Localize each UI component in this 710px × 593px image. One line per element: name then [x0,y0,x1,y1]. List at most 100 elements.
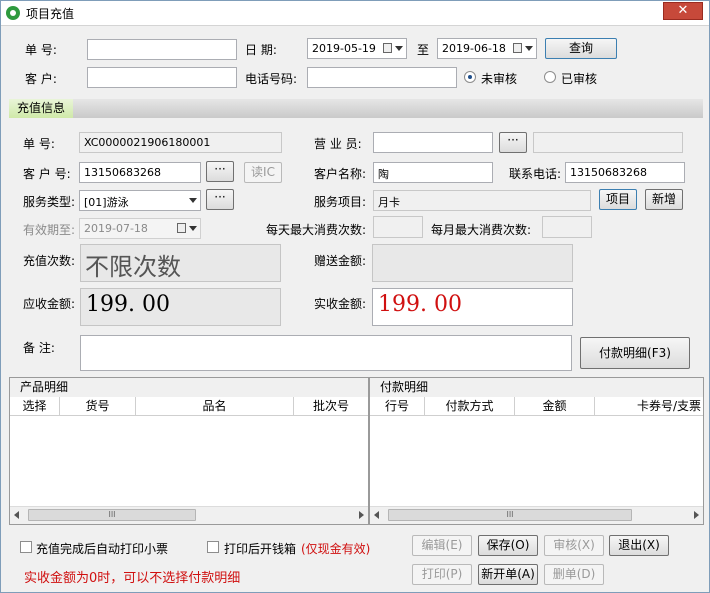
col-pay-method[interactable]: 付款方式 [425,397,515,415]
filter-phone-label: 电话号码: [245,72,298,86]
filter-phone-input[interactable] [307,67,457,88]
zero-amount-warning: 实收金额为0时，可以不选择付款明细 [24,571,241,586]
service-item-label: 服务项目: [314,195,367,209]
receivable-field: 199. 00 [80,288,281,326]
auto-print-label: 充值完成后自动打印小票 [36,542,169,556]
col-line-no[interactable]: 行号 [370,397,425,415]
date-from-value: 2019-05-19 [312,42,376,55]
new-order-button[interactable]: 新开单(A) [478,564,538,585]
close-button[interactable]: ✕ [663,2,703,20]
received-label: 实收金额: [314,297,367,311]
product-grid-caption: 产品明细 [10,378,368,398]
calendar-icon [383,43,392,53]
date-from-picker[interactable]: 2019-05-19 [307,38,407,59]
customer-name-input[interactable]: 陶 [373,162,493,183]
recharge-info-bar: 充值信息 [9,99,703,118]
date-to-picker[interactable]: 2019-06-18 [437,38,537,59]
col-amount[interactable]: 金额 [515,397,595,415]
payment-grid[interactable]: 付款明细 行号 付款方式 金额 卡券号/支票 III [369,377,704,525]
filter-order-no-label: 单 号: [25,43,57,57]
salesperson-input[interactable] [373,132,493,153]
monthly-max-label: 每月最大消费次数: [431,223,532,237]
window-title: 项目充值 [26,7,75,21]
receivable-label: 应收金额: [23,297,76,311]
contact-phone-label: 联系电话: [509,167,562,181]
payment-grid-scrollbar[interactable]: III [370,506,703,524]
delete-order-button[interactable]: 删单(D) [544,564,604,585]
col-item-no[interactable]: 货号 [60,397,136,415]
gift-amount-label: 赠送金额: [314,254,367,268]
chevron-down-icon [189,226,197,231]
scroll-left-icon[interactable] [374,511,379,519]
times-label: 充值次数: [23,254,76,268]
col-select[interactable]: 选择 [10,397,60,415]
doc-no-label: 单 号: [23,137,55,151]
remark-label: 备 注: [23,341,55,355]
valid-until-label: 有效期至: [23,223,76,237]
scroll-left-icon[interactable] [14,511,19,519]
open-drawer-label: 打印后开钱箱 [224,542,297,556]
daily-max-field [373,216,423,238]
salesperson-label: 营 业 员: [314,137,362,151]
filter-customer-input[interactable] [87,67,237,88]
scroll-thumb[interactable]: III [388,509,632,521]
query-button[interactable]: 查询 [545,38,617,59]
contact-phone-input[interactable]: 13150683268 [565,162,685,183]
remark-input[interactable] [80,335,572,371]
auto-print-checkbox[interactable] [20,541,32,553]
service-type-value: [01]游泳 [84,196,129,209]
product-grid-scrollbar[interactable]: III [10,506,368,524]
read-ic-button[interactable]: 读IC [244,162,282,183]
app-icon [6,6,20,20]
card-no-input[interactable]: 13150683268 [79,162,201,183]
radio-unaudited-label: 未审核 [481,72,518,86]
main-window: 项目充值 ✕ 单 号: 日 期: 2019-05-19 至 2019-06-18… [0,0,710,593]
card-no-label: 客 户 号: [23,167,71,181]
item-button[interactable]: 项目 [599,189,637,210]
salesperson-browse-button[interactable]: ··· [499,132,527,153]
service-type-select[interactable]: [01]游泳 [79,190,201,211]
filter-order-no-input[interactable] [87,39,237,60]
radio-audited[interactable] [544,71,556,83]
chevron-down-icon [525,46,533,51]
times-field: 不限次数 [80,244,281,282]
col-coupon-no[interactable]: 卡券号/支票 [595,397,703,415]
chevron-down-icon [395,46,403,51]
payment-detail-button[interactable]: 付款明细(F3) [580,337,690,369]
customer-name-label: 客户名称: [314,167,367,181]
payment-grid-caption: 付款明细 [370,378,703,398]
scroll-thumb[interactable]: III [28,509,196,521]
open-drawer-checkbox[interactable] [207,541,219,553]
service-item-field: 月卡 [373,190,591,211]
add-button[interactable]: 新增 [645,189,683,210]
col-product-name[interactable]: 品名 [136,397,294,415]
gift-amount-field [372,244,573,282]
valid-until-value: 2019-07-18 [84,222,148,235]
monthly-max-field [542,216,592,238]
audit-button[interactable]: 审核(X) [544,535,604,556]
scroll-right-icon[interactable] [694,511,699,519]
doc-no-field: XC0000021906180001 [79,132,282,153]
payment-grid-header: 行号 付款方式 金额 卡券号/支票 [370,397,703,416]
print-button[interactable]: 打印(P) [412,564,472,585]
service-type-browse-button[interactable]: ··· [206,189,234,210]
exit-button[interactable]: 退出(X) [609,535,669,556]
edit-button[interactable]: 编辑(E) [412,535,472,556]
received-field[interactable]: 199. 00 [372,288,573,326]
radio-audited-label: 已审核 [561,72,598,86]
valid-until-picker[interactable]: 2019-07-18 [79,218,201,239]
card-browse-button[interactable]: ··· [206,161,234,182]
title-bar: 项目充值 ✕ [1,1,709,26]
calendar-icon [177,223,186,233]
date-to-value: 2019-06-18 [442,42,506,55]
scroll-right-icon[interactable] [359,511,364,519]
product-grid[interactable]: 产品明细 选择 货号 品名 批次号 III [9,377,369,525]
save-button[interactable]: 保存(O) [478,535,538,556]
col-batch-no[interactable]: 批次号 [294,397,368,415]
recharge-info-title: 充值信息 [9,99,74,118]
filter-date-label: 日 期: [245,43,277,57]
filter-customer-label: 客 户: [25,72,57,86]
radio-unaudited[interactable] [464,71,476,83]
date-to-label: 至 [417,43,430,57]
daily-max-label: 每天最大消费次数: [266,223,367,237]
